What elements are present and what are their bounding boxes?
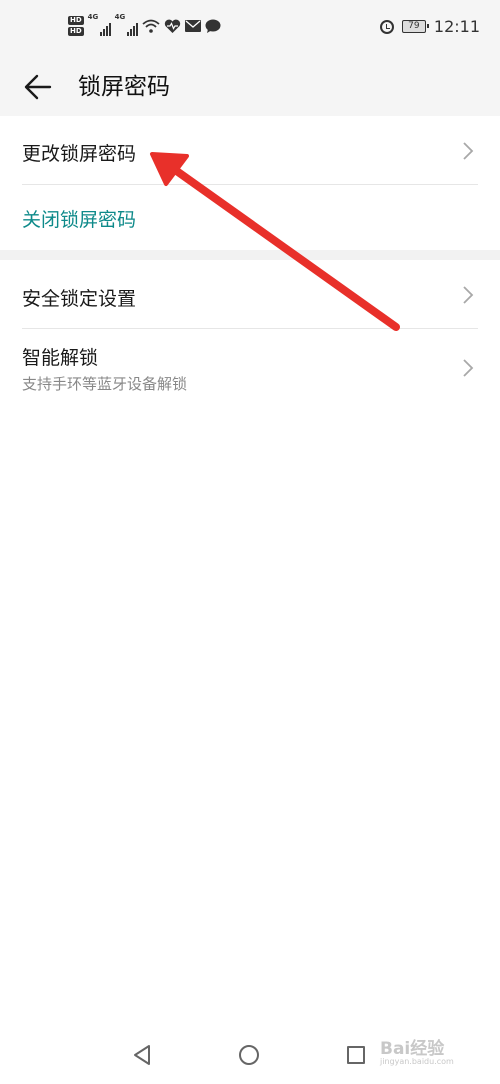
close-lock-password-item[interactable]: 关闭锁屏密码 xyxy=(0,185,500,249)
status-left: HD HD 4G 4G xyxy=(68,13,221,36)
signal-icon-2: 4G xyxy=(114,13,138,36)
alarm-icon xyxy=(379,19,394,34)
triangle-back-icon[interactable] xyxy=(132,1044,152,1066)
network-label-1: 4G xyxy=(87,13,99,21)
change-lock-password-label: 更改锁屏密码 xyxy=(22,143,137,165)
circle-home-icon[interactable] xyxy=(239,1045,259,1065)
chevron-right-icon xyxy=(463,359,474,377)
square-recent-icon[interactable] xyxy=(347,1046,365,1064)
status-bar: HD HD 4G 4G 79 12:11 xyxy=(0,0,500,60)
arrow-left-icon[interactable] xyxy=(22,70,56,104)
app-header: 锁屏密码 xyxy=(0,60,500,116)
watermark-url: jingyan.baidu.com xyxy=(380,1057,454,1066)
close-lock-password-label: 关闭锁屏密码 xyxy=(22,209,137,231)
section-separator xyxy=(0,250,500,260)
smart-unlock-description: 支持手环等蓝牙设备解锁 xyxy=(22,375,188,393)
smart-unlock-item[interactable]: 智能解锁 支持手环等蓝牙设备解锁 xyxy=(0,329,500,407)
baidu-watermark: Bai经验 jingyan.baidu.com xyxy=(380,1034,454,1066)
battery-icon: 79 xyxy=(401,20,429,33)
chevron-right-icon xyxy=(463,142,474,160)
change-lock-password-item[interactable]: 更改锁屏密码 xyxy=(0,118,500,184)
status-right: 79 12:11 xyxy=(379,17,480,36)
network-label-2: 4G xyxy=(114,13,126,21)
page-title: 锁屏密码 xyxy=(78,74,170,100)
chevron-right-icon xyxy=(463,286,474,304)
security-lock-settings-item[interactable]: 安全锁定设置 xyxy=(0,262,500,328)
mail-icon xyxy=(184,20,201,32)
chat-bubble-icon xyxy=(205,19,221,33)
security-lock-settings-label: 安全锁定设置 xyxy=(22,288,137,310)
clock: 12:11 xyxy=(433,17,480,36)
wifi-icon xyxy=(142,19,160,33)
signal-icon-1: 4G xyxy=(87,13,111,36)
hd-badge-2: HD xyxy=(68,27,84,36)
hd-badge-1: HD xyxy=(68,16,84,25)
smart-unlock-label: 智能解锁 xyxy=(22,347,99,369)
hd-indicators: HD HD xyxy=(68,16,84,36)
watermark-text: Bai经验 xyxy=(380,1039,445,1059)
heart-rate-icon xyxy=(164,19,180,33)
